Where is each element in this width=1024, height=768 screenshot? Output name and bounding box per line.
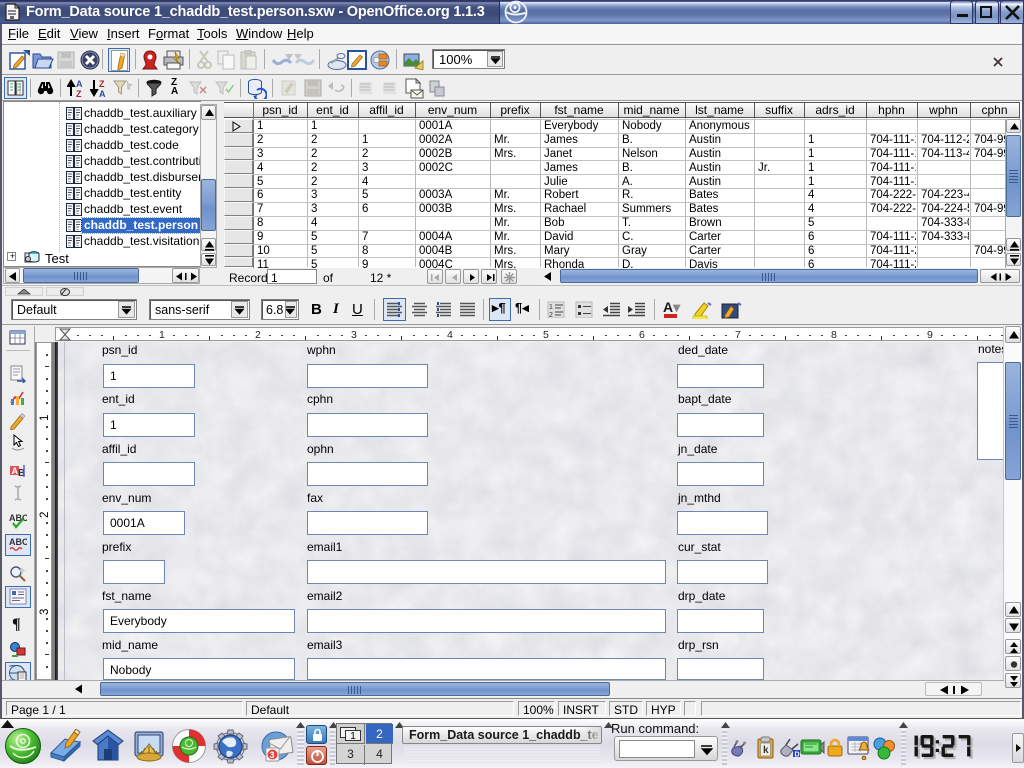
svg-text:Z: Z: [99, 79, 105, 89]
svg-text:1: 1: [549, 304, 553, 311]
svg-text:ABC: ABC: [9, 513, 27, 523]
svg-text:A: A: [99, 89, 106, 98]
svg-text:D: D: [795, 752, 800, 759]
svg-text:A: A: [76, 79, 83, 89]
svg-text:ABC: ABC: [9, 537, 27, 547]
svg-text:2: 2: [549, 312, 553, 318]
svg-text:k: k: [763, 745, 769, 756]
svg-text:Z: Z: [76, 89, 82, 98]
svg-text:¶: ¶: [12, 616, 21, 632]
svg-text:3: 3: [270, 750, 275, 760]
